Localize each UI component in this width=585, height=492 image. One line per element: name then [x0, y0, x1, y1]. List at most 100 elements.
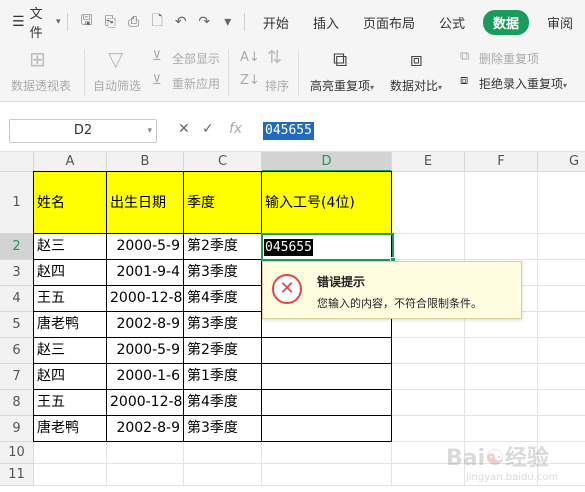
pivot-table-button[interactable]: 数据透视表 [11, 77, 71, 94]
empty-cell[interactable] [465, 234, 538, 260]
table-cell[interactable] [262, 416, 392, 442]
table-cell[interactable]: 第2季度 [184, 338, 262, 364]
column-header[interactable]: E [392, 152, 465, 172]
table-cell[interactable]: 第4季度 [184, 286, 262, 312]
empty-cell[interactable] [392, 338, 465, 364]
function-icon[interactable]: fx [229, 121, 242, 137]
table-cell[interactable]: 唐老鸭 [33, 312, 107, 338]
formula-input[interactable]: 045655 [263, 122, 314, 140]
reapply-button[interactable]: 重新应用 [172, 75, 220, 92]
table-cell[interactable]: 2000-12-8 [107, 286, 184, 312]
table-cell[interactable] [262, 390, 392, 416]
chevron-down-icon[interactable]: ▾ [147, 120, 152, 142]
row-header[interactable]: 9 [0, 416, 34, 442]
empty-cell[interactable] [465, 416, 538, 442]
file-menu[interactable]: ☰ 文件 ▾ [12, 3, 61, 41]
row-header[interactable]: 5 [0, 312, 34, 338]
print-icon[interactable]: ⎙ [123, 11, 144, 33]
table-cell[interactable]: 赵四 [33, 260, 107, 286]
table-cell[interactable]: 王五 [33, 286, 107, 312]
compare-button[interactable]: 数据对比▾ [390, 77, 442, 94]
empty-cell[interactable] [538, 390, 585, 416]
row-header[interactable]: 4 [0, 286, 34, 312]
table-cell[interactable]: 2001-9-4 [107, 260, 184, 286]
table-cell[interactable]: 2000-1-6 [107, 364, 184, 390]
table-cell[interactable]: 2002-8-9 [107, 416, 184, 442]
empty-cell[interactable] [184, 464, 262, 486]
empty-cell[interactable] [538, 172, 585, 234]
name-box[interactable]: D2 ▾ [9, 119, 157, 143]
empty-cell[interactable] [538, 234, 585, 260]
row-header[interactable]: 1 [0, 172, 34, 234]
empty-cell[interactable] [34, 464, 107, 486]
header-cell-employee-id[interactable]: 输入工号(4位) [262, 171, 392, 234]
header-cell-name[interactable]: 姓名 [33, 171, 107, 234]
empty-cell[interactable] [538, 260, 585, 286]
table-cell[interactable]: 唐老鸭 [33, 416, 107, 442]
cancel-icon[interactable]: ✕ [178, 121, 190, 137]
show-all-button[interactable]: 全部显示 [172, 50, 220, 67]
empty-cell[interactable] [107, 442, 184, 464]
save-icon[interactable]: 🖫 [76, 11, 97, 33]
row-header[interactable]: 10 [0, 442, 34, 464]
row-header[interactable]: 2 [0, 234, 34, 260]
empty-cell[interactable] [392, 172, 465, 234]
table-cell[interactable]: 2000-5-9 [107, 234, 184, 260]
empty-cell[interactable] [538, 312, 585, 338]
table-cell[interactable]: 第3季度 [184, 416, 262, 442]
empty-cell[interactable] [465, 364, 538, 390]
table-cell[interactable]: 王五 [33, 390, 107, 416]
select-all-corner[interactable] [0, 152, 34, 172]
tab-home[interactable]: 开始 [263, 13, 289, 32]
table-cell[interactable]: 2002-8-9 [107, 312, 184, 338]
empty-cell[interactable] [392, 364, 465, 390]
reject-duplicates-button[interactable]: 拒绝录入重复项▾ [479, 75, 567, 92]
export-icon[interactable]: ⎘ [100, 11, 121, 33]
highlight-duplicates-button[interactable]: 高亮重复项▾ [310, 77, 374, 94]
table-cell[interactable]: 第4季度 [184, 390, 262, 416]
empty-cell[interactable] [538, 338, 585, 364]
redo-icon[interactable]: ↷ [194, 11, 215, 33]
row-header[interactable]: 11 [0, 464, 34, 486]
tab-page-layout[interactable]: 页面布局 [363, 13, 415, 32]
table-cell[interactable]: 2000-5-9 [107, 338, 184, 364]
empty-cell[interactable] [538, 416, 585, 442]
table-cell[interactable]: 赵三 [33, 338, 107, 364]
row-header[interactable]: 3 [0, 260, 34, 286]
empty-cell[interactable] [184, 442, 262, 464]
table-cell[interactable]: 赵三 [33, 234, 107, 260]
column-header[interactable]: G [538, 152, 585, 172]
header-cell-quarter[interactable]: 季度 [184, 171, 262, 234]
empty-cell[interactable] [107, 464, 184, 486]
row-header[interactable]: 7 [0, 364, 34, 390]
row-header[interactable]: 6 [0, 338, 34, 364]
empty-cell[interactable] [392, 390, 465, 416]
more-icon[interactable]: ▾ [217, 11, 238, 33]
row-header[interactable]: 8 [0, 390, 34, 416]
empty-cell[interactable] [538, 286, 585, 312]
tab-review[interactable]: 审阅 [547, 13, 573, 32]
empty-cell[interactable] [538, 364, 585, 390]
empty-cell[interactable] [465, 172, 538, 234]
table-cell[interactable]: 第3季度 [184, 260, 262, 286]
undo-icon[interactable]: ↶ [170, 11, 191, 33]
column-header[interactable]: B [107, 152, 184, 172]
table-cell[interactable]: 第2季度 [184, 234, 262, 260]
table-cell[interactable]: 第3季度 [184, 312, 262, 338]
remove-duplicates-button[interactable]: 删除重复项 [479, 50, 539, 67]
empty-cell[interactable] [392, 416, 465, 442]
header-cell-birthdate[interactable]: 出生日期 [107, 171, 184, 234]
tab-insert[interactable]: 插入 [313, 13, 339, 32]
tab-formulas[interactable]: 公式 [439, 13, 465, 32]
sort-button[interactable]: 排序 [265, 77, 289, 94]
confirm-icon[interactable]: ✓ [202, 121, 214, 137]
column-header[interactable]: A [34, 152, 107, 172]
autofilter-button[interactable]: 自动筛选 [93, 77, 141, 94]
table-cell[interactable] [262, 338, 392, 364]
empty-cell[interactable] [262, 464, 392, 486]
table-cell[interactable]: 赵四 [33, 364, 107, 390]
empty-cell[interactable] [392, 234, 465, 260]
tab-data[interactable]: 数据 [482, 9, 529, 35]
table-cell[interactable] [262, 364, 392, 390]
table-cell[interactable]: 2000-12-8 [107, 390, 184, 416]
